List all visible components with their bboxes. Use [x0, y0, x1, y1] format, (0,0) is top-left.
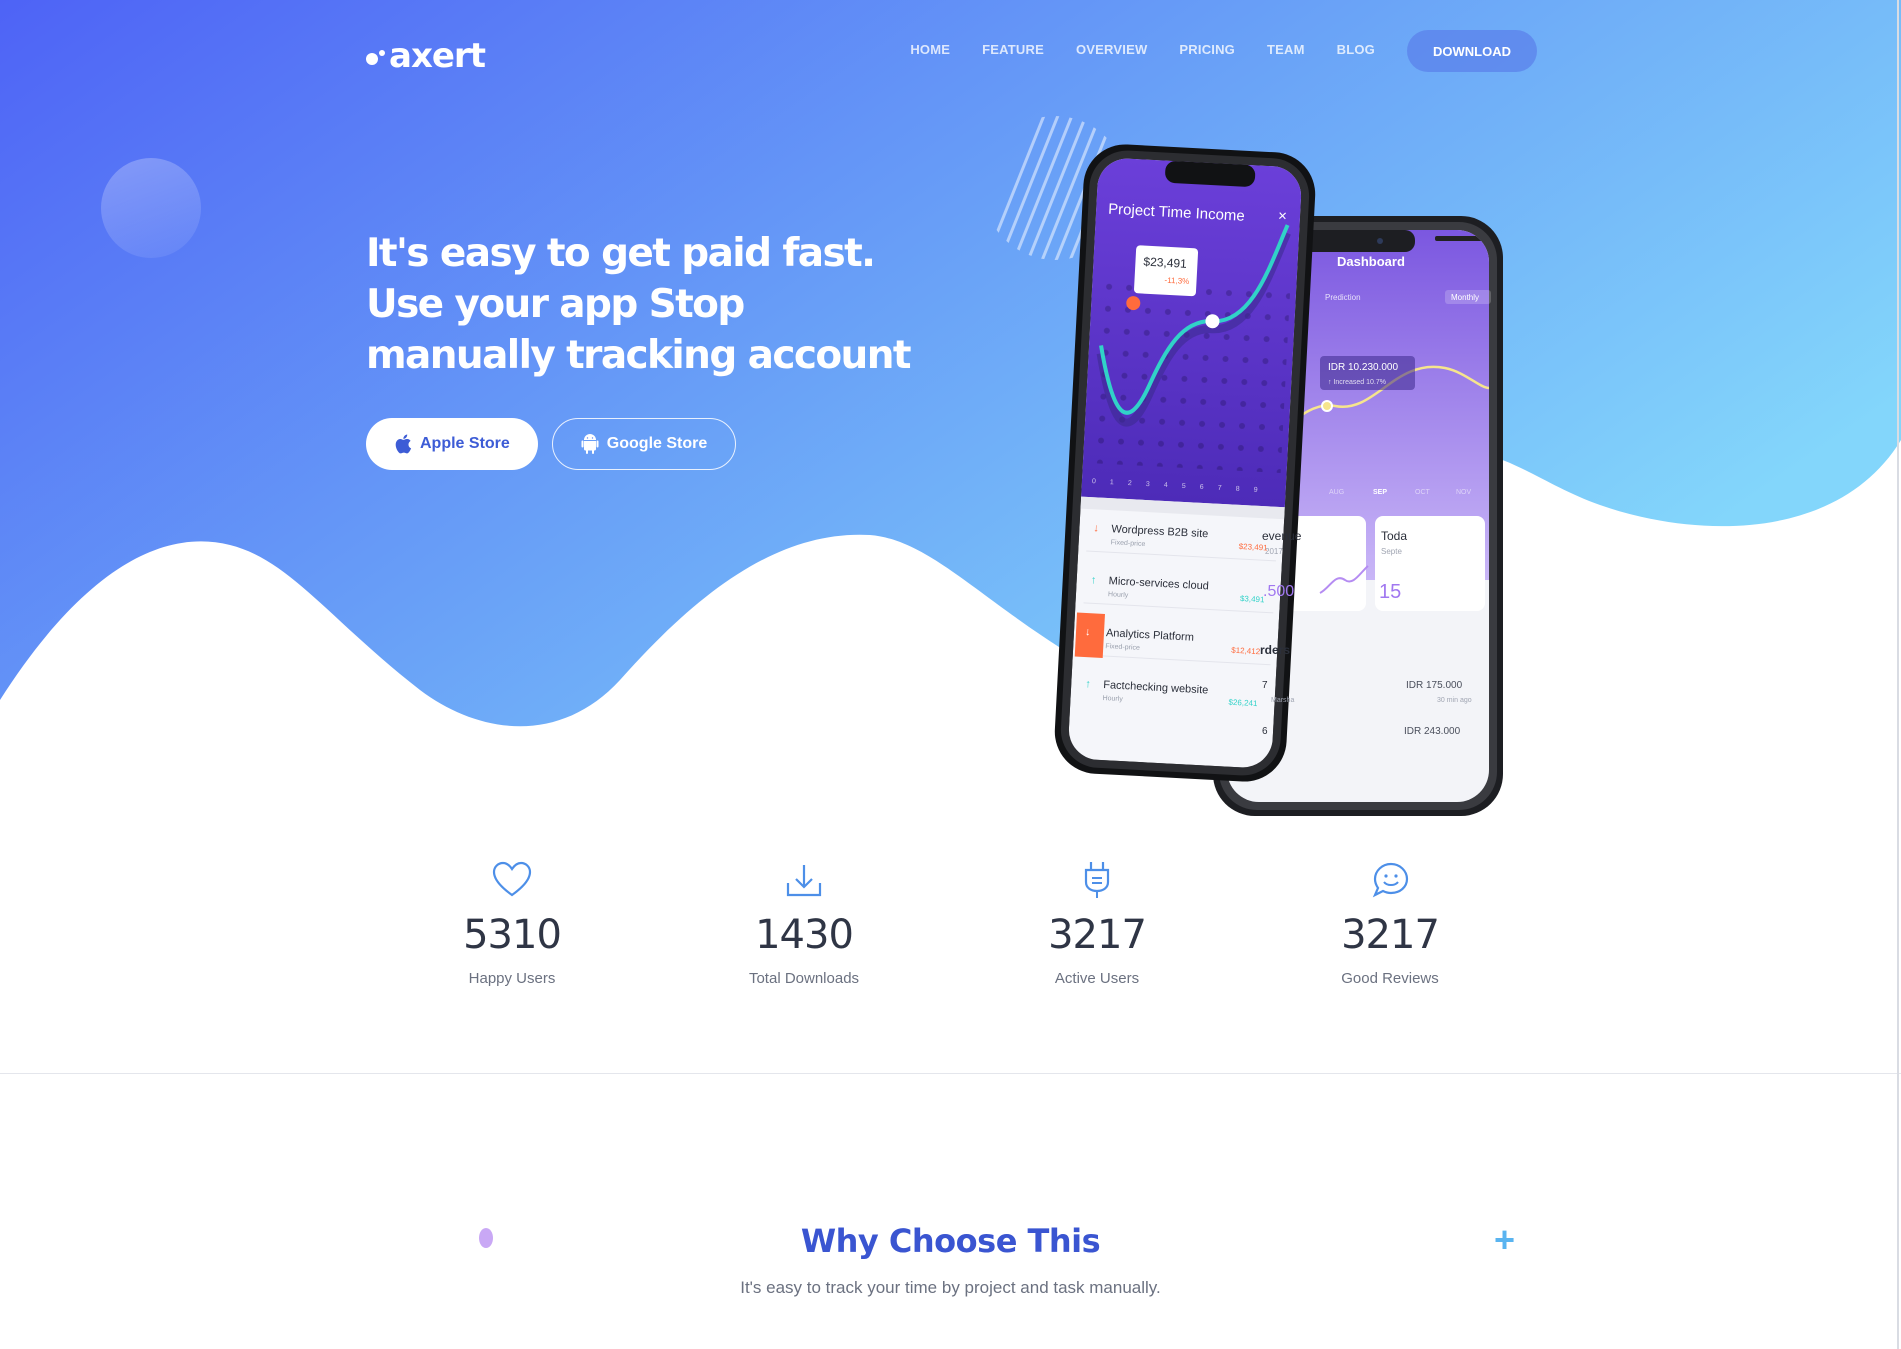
back-order-name: Marsha — [1271, 697, 1294, 704]
google-store-label: Google Store — [606, 435, 708, 452]
back-order-index: 7 — [1262, 680, 1268, 691]
row-amount: $3,491 — [1240, 594, 1265, 604]
store-buttons: Apple Store Google Store — [366, 418, 737, 470]
back-card-title: evenue — [1262, 529, 1302, 543]
stat-happy-users: 5310 Happy Users — [412, 858, 612, 987]
back-month-label: OCT — [1415, 489, 1431, 496]
back-month-label: NOV — [1456, 489, 1472, 496]
back-period-label: Monthly — [1451, 293, 1479, 302]
front-day-label: 6 — [1200, 484, 1204, 491]
stat-total-downloads: 1430 Total Downloads — [704, 858, 904, 987]
stat-value: 5310 — [463, 912, 562, 958]
row-amount: $23,491 — [1238, 542, 1268, 553]
back-month-label: SEP — [1373, 489, 1387, 496]
front-day-label: 9 — [1253, 487, 1257, 494]
scrollbar-edge — [1897, 0, 1899, 1349]
back-tooltip-note: ↑ Increased 10.7% — [1328, 379, 1386, 386]
hero-title: It's easy to get paid fast. Use your app… — [366, 231, 912, 378]
row-sub: Hourly — [1102, 695, 1123, 703]
stat-value: 3217 — [1048, 912, 1147, 958]
brand-name: axert — [389, 36, 486, 76]
stat-label: Active Users — [1054, 970, 1140, 987]
plug-icon — [997, 858, 1197, 902]
back-order-time: 30 min ago — [1437, 697, 1472, 704]
nav-item-blog[interactable]: BLOG — [1337, 42, 1375, 57]
heart-icon — [412, 858, 612, 902]
stat-label: Total Downloads — [748, 970, 860, 987]
phones-illustration: Project Time Income × $23,491 -11,3% 0 1… — [975, 88, 1545, 858]
android-icon — [581, 434, 599, 454]
front-tooltip-value: $23,491 — [1143, 255, 1187, 271]
arrow-up-icon: ↑ — [1090, 574, 1096, 586]
apple-store-label: Apple Store — [420, 435, 510, 452]
back-orders-title: rders — [1260, 643, 1290, 657]
download-button[interactable]: DOWNLOAD — [1407, 30, 1537, 72]
why-choose-section: Why Choose This It's easy to track your … — [0, 1222, 1901, 1298]
apple-store-button[interactable]: Apple Store — [366, 418, 538, 470]
stat-value: 1430 — [755, 912, 854, 958]
front-day-label: 8 — [1236, 486, 1240, 493]
section-subtitle: It's easy to track your time by project … — [740, 1278, 1161, 1297]
row-sub: Hourly — [1108, 591, 1129, 599]
stat-good-reviews: 3217 Good Reviews — [1290, 858, 1490, 987]
back-card2-value: 15 — [1379, 581, 1401, 603]
row-amount: $26,241 — [1228, 698, 1258, 709]
front-day-label: 1 — [1110, 479, 1114, 486]
front-day-label: 3 — [1146, 481, 1150, 488]
row-amount: $12,412 — [1231, 646, 1261, 657]
back-order-index: 6 — [1262, 726, 1268, 737]
hero-text-block: It's easy to get paid fast. Use your app… — [366, 228, 926, 381]
back-card-value: .500 — [1263, 583, 1294, 600]
section-divider — [0, 1073, 1901, 1074]
stat-label: Happy Users — [468, 970, 556, 987]
front-day-label: 4 — [1164, 482, 1168, 489]
google-store-button[interactable]: Google Store — [551, 418, 737, 470]
back-card-sub: 2017 — [1265, 547, 1283, 556]
decorative-circle — [101, 158, 201, 258]
nav-item-overview[interactable]: OVERVIEW — [1076, 42, 1147, 57]
back-card2-sub: Septe — [1381, 547, 1402, 556]
top-navigation: axert HOME FEATURE OVERVIEW PRICING TEAM… — [366, 30, 1537, 76]
front-day-label: 5 — [1182, 483, 1186, 490]
stat-value: 3217 — [1341, 912, 1440, 958]
back-tooltip-value: IDR 10.230.000 — [1328, 362, 1398, 373]
back-order-amount: IDR 243.000 — [1404, 726, 1461, 737]
front-day-label: 0 — [1092, 478, 1096, 485]
apple-icon — [394, 434, 412, 454]
nav-item-home[interactable]: HOME — [910, 42, 950, 57]
logo-dot-icon — [366, 53, 378, 65]
stat-label: Good Reviews — [1341, 970, 1439, 987]
front-day-label: 2 — [1128, 480, 1132, 487]
download-icon — [704, 858, 904, 902]
back-month-label: AUG — [1329, 489, 1344, 496]
back-prediction-label: Prediction — [1325, 293, 1361, 302]
nav-menu: HOME FEATURE OVERVIEW PRICING TEAM BLOG — [910, 42, 1375, 57]
smile-chat-icon — [1290, 858, 1490, 902]
back-card2-title: Toda — [1381, 529, 1407, 543]
nav-item-feature[interactable]: FEATURE — [982, 42, 1044, 57]
arrow-up-icon: ↑ — [1085, 678, 1091, 690]
close-icon: × — [1278, 208, 1288, 225]
nav-item-pricing[interactable]: PRICING — [1179, 42, 1235, 57]
arrow-down-icon: ↓ — [1085, 626, 1091, 638]
back-screen-title: Dashboard — [1337, 254, 1405, 269]
nav-item-team[interactable]: TEAM — [1267, 42, 1305, 57]
hero-background — [0, 0, 1901, 760]
arrow-down-icon: ↓ — [1093, 522, 1099, 534]
section-title: Why Choose This — [800, 1222, 1101, 1260]
stats-section: 5310 Happy Users 1430 Total Downloads 32… — [366, 858, 1537, 1008]
brand-logo[interactable]: axert — [366, 36, 486, 76]
back-order-amount: IDR 175.000 — [1406, 680, 1463, 691]
logo-dot-small-icon — [379, 50, 385, 56]
front-tooltip-change: -11,3% — [1164, 276, 1189, 286]
front-day-label: 7 — [1218, 485, 1222, 492]
stat-active-users: 3217 Active Users — [997, 858, 1197, 987]
